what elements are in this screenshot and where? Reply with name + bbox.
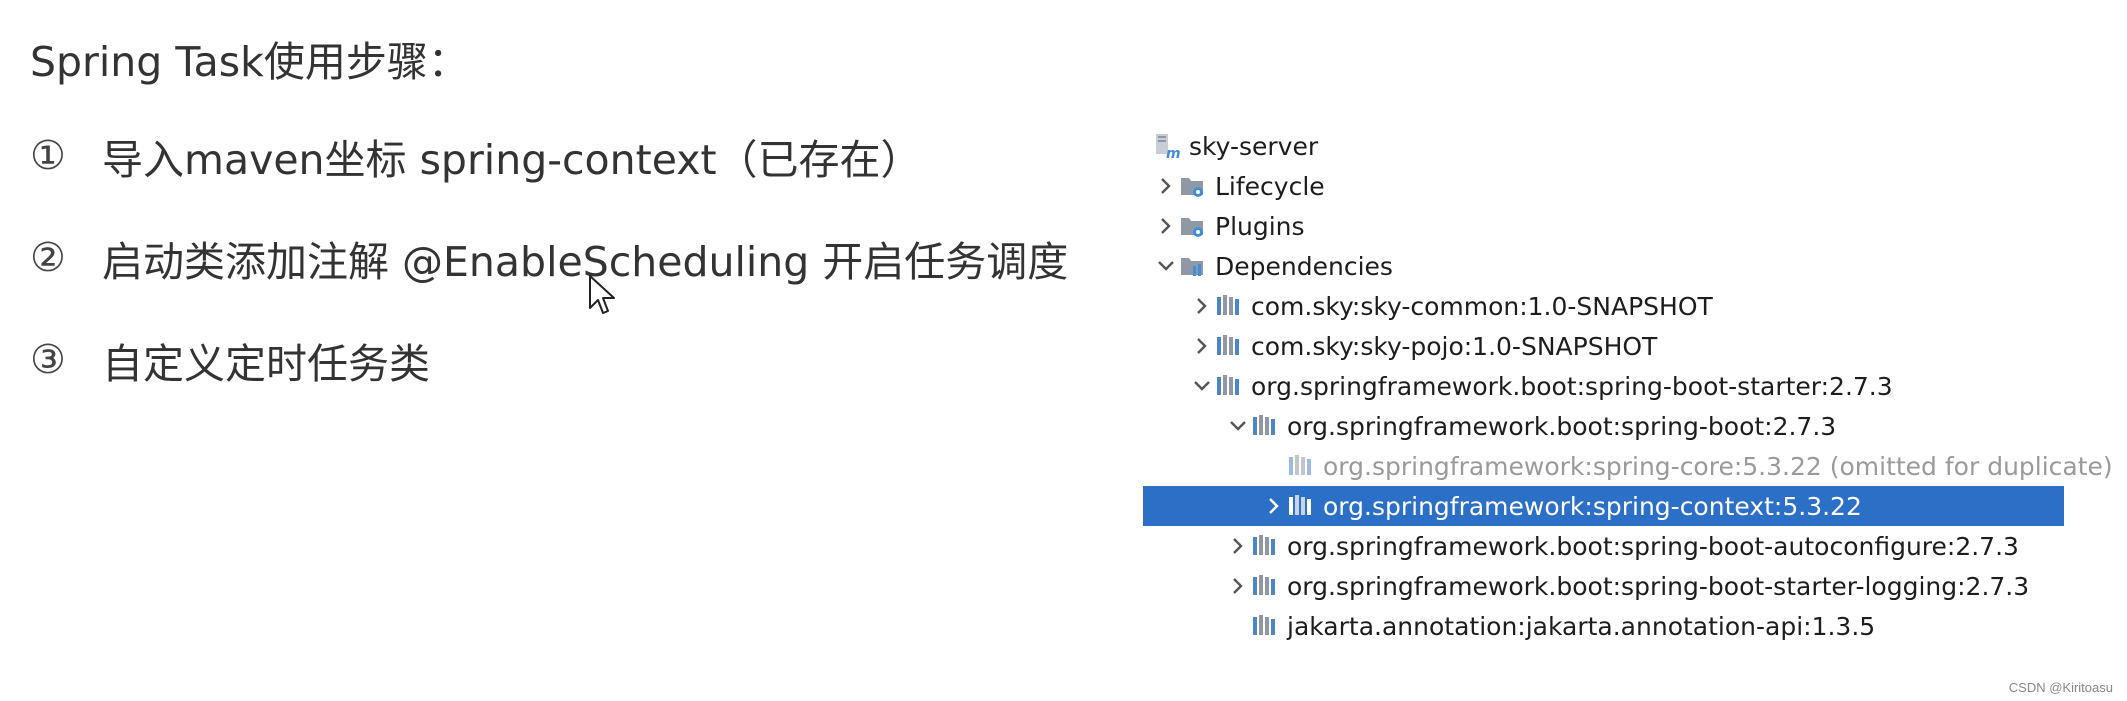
step-text: 自定义定时任务类	[102, 340, 430, 388]
folder-gear-icon	[1179, 212, 1207, 240]
tree-node-label: jakarta.annotation:jakarta.annotation-ap…	[1287, 611, 1876, 641]
tree-node-label: Plugins	[1215, 211, 1305, 241]
tree-node-dependency[interactable]: org.springframework.boot:spring-boot-sta…	[1225, 566, 2029, 606]
chevron-down-icon[interactable]	[1225, 413, 1251, 439]
tree-node-dependency[interactable]: jakarta.annotation:jakarta.annotation-ap…	[1251, 606, 1875, 646]
chevron-right-icon[interactable]	[1189, 333, 1215, 359]
step-number: ③	[30, 337, 66, 383]
step-text: 导入maven坐标 spring-context（已存在）	[102, 136, 922, 184]
tree-node-label: org.springframework.boot:spring-boot-sta…	[1287, 571, 2030, 601]
page-title: Spring Task使用步骤：	[30, 38, 469, 86]
folder-gear-icon	[1179, 172, 1207, 200]
step-text: 启动类添加注解 @EnableScheduling 开启任务调度	[102, 238, 1069, 286]
tree-node-label: com.sky:sky-common:1.0-SNAPSHOT	[1251, 291, 1713, 321]
chevron-right-icon[interactable]	[1261, 493, 1287, 519]
chevron-right-icon[interactable]	[1189, 293, 1215, 319]
tree-node-dependencies[interactable]: Dependencies	[1153, 246, 1393, 286]
tree-node-lifecycle[interactable]: Lifecycle	[1153, 166, 1325, 206]
tree-node-label: org.springframework:spring-context:5.3.2…	[1323, 491, 1862, 521]
library-icon	[1251, 572, 1279, 600]
mouse-cursor-icon	[589, 275, 615, 314]
tree-node-dependency-omitted[interactable]: org.springframework:spring-core:5.3.22 (…	[1287, 446, 2113, 486]
tree-node-label: org.springframework.boot:spring-boot-aut…	[1287, 531, 2019, 561]
chevron-right-icon[interactable]	[1225, 533, 1251, 559]
tree-node-label: Dependencies	[1215, 251, 1393, 281]
library-icon	[1251, 532, 1279, 560]
folder-library-icon	[1179, 252, 1207, 280]
tree-node-plugins[interactable]: Plugins	[1153, 206, 1305, 246]
tree-node-label: org.springframework:spring-core:5.3.22 (…	[1323, 451, 2113, 481]
step-number: ②	[30, 235, 66, 281]
library-icon	[1215, 292, 1243, 320]
library-icon	[1215, 332, 1243, 360]
tree-node-label: com.sky:sky-pojo:1.0-SNAPSHOT	[1251, 331, 1658, 361]
tree-node-dependency[interactable]: com.sky:sky-pojo:1.0-SNAPSHOT	[1189, 326, 1657, 366]
chevron-down-icon[interactable]	[1189, 373, 1215, 399]
chevron-right-icon[interactable]	[1153, 213, 1179, 239]
tree-node-dependency[interactable]: org.springframework.boot:spring-boot-sta…	[1189, 366, 1893, 406]
tree-node-dependency[interactable]: org.springframework.boot:spring-boot:2.7…	[1225, 406, 1836, 446]
tree-node-dependency[interactable]: com.sky:sky-common:1.0-SNAPSHOT	[1189, 286, 1713, 326]
library-icon	[1215, 372, 1243, 400]
slide: Spring Task使用步骤： ① 导入maven坐标 spring-cont…	[0, 0, 2127, 701]
library-icon	[1287, 452, 1315, 480]
tree-node-label: sky-server	[1189, 131, 1319, 161]
tree-node-label: org.springframework.boot:spring-boot-sta…	[1251, 371, 1893, 401]
chevron-down-icon[interactable]	[1153, 253, 1179, 279]
chevron-right-icon[interactable]	[1225, 573, 1251, 599]
step-number: ①	[30, 133, 66, 179]
tree-node-label: Lifecycle	[1215, 171, 1325, 201]
svg-text:m: m	[1166, 146, 1181, 160]
tree-node-root[interactable]: m sky-server	[1153, 126, 1318, 166]
tree-node-dependency-selected[interactable]: org.springframework:spring-context:5.3.2…	[1143, 486, 2064, 526]
library-icon	[1287, 492, 1315, 520]
step-1: ① 导入maven坐标 spring-context（已存在）	[30, 126, 922, 186]
chevron-right-icon[interactable]	[1153, 173, 1179, 199]
step-3: ③ 自定义定时任务类	[30, 330, 430, 390]
maven-module-icon: m	[1153, 132, 1181, 160]
library-icon	[1251, 412, 1279, 440]
library-icon	[1251, 612, 1279, 640]
watermark: CSDN @Kiritoasu	[2008, 680, 2113, 695]
step-2: ② 启动类添加注解 @EnableScheduling 开启任务调度	[30, 228, 1068, 288]
tree-node-dependency[interactable]: org.springframework.boot:spring-boot-aut…	[1225, 526, 2019, 566]
tree-node-label: org.springframework.boot:spring-boot:2.7…	[1287, 411, 1837, 441]
